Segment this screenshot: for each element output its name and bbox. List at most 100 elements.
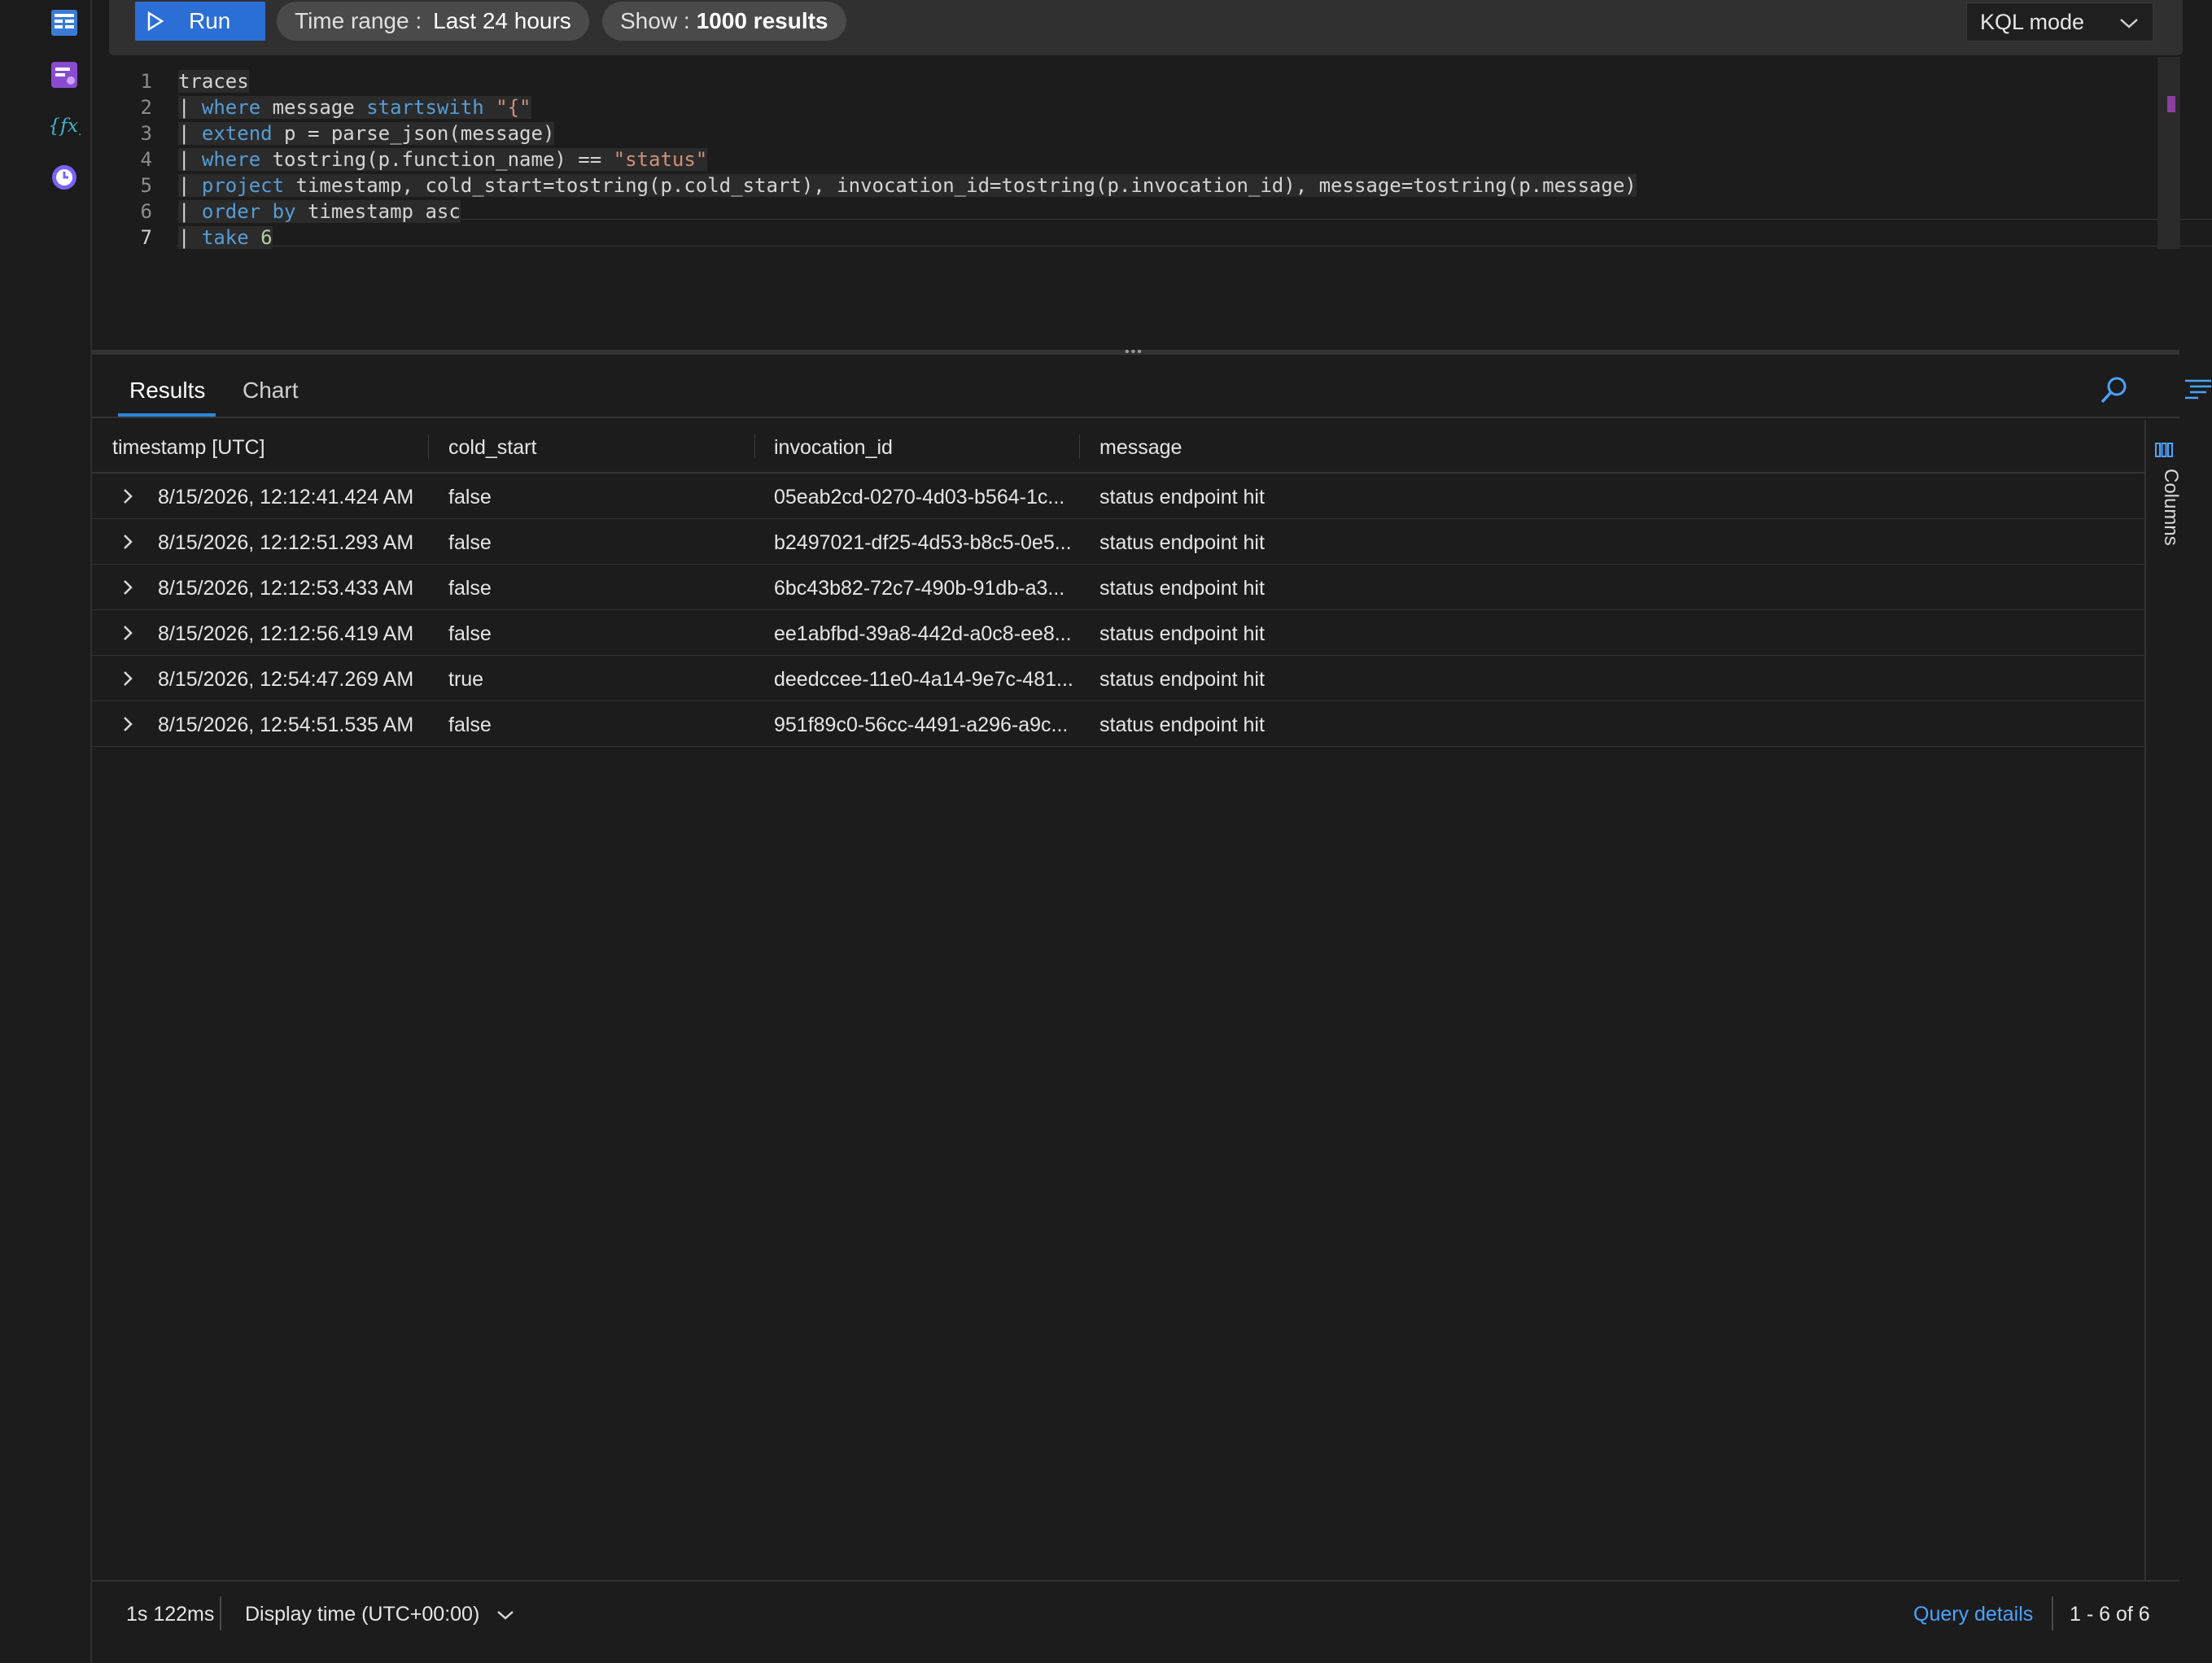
time-range-label: Time range :: [295, 8, 422, 33]
code-text: traces: [178, 70, 249, 93]
code-fragment: timestamp, cold_start=tostring(p.cold_st…: [284, 174, 1637, 197]
query-toolbar: Run Time range : Last 24 hours Show : 10…: [109, 0, 2183, 55]
cell-message: status endpoint hit: [1099, 714, 1265, 736]
code-text: | where message startswith "{": [178, 96, 531, 119]
table-row[interactable]: 8/15/2026, 12:12:51.293 AM false b249702…: [92, 519, 2144, 565]
play-icon: [147, 11, 164, 31]
result-limit-picker[interactable]: Show : 1000 results: [602, 2, 846, 41]
code-line-4: 4 | where tostring(p.function_name) == "…: [92, 146, 2159, 172]
query-details-link[interactable]: Query details: [1913, 1603, 2033, 1626]
cell-timestamp: 8/15/2026, 12:12:41.424 AM: [158, 486, 414, 509]
code-line-7: 7 | take 6: [92, 225, 2159, 251]
table-row[interactable]: 8/15/2026, 12:54:51.535 AM false 951f89c…: [92, 701, 2144, 747]
svg-text:{fx}: {fx}: [48, 114, 81, 137]
code-text: | where tostring(p.function_name) == "st…: [178, 148, 708, 171]
tab-chart[interactable]: Chart: [243, 378, 298, 404]
table-row[interactable]: 8/15/2026, 12:54:47.269 AM true deedccee…: [92, 656, 2144, 701]
line-number: 4: [140, 148, 152, 171]
column-header-message[interactable]: message: [1099, 436, 1182, 460]
column-header-cold-start[interactable]: cold_start: [448, 436, 536, 460]
run-button[interactable]: Run: [135, 2, 265, 41]
query-mode-select[interactable]: KQL mode: [1966, 2, 2153, 41]
queries-icon[interactable]: [48, 59, 81, 91]
editor-actions: [2182, 374, 2212, 402]
keyword: extend: [201, 122, 273, 145]
cell-invocation-id: deedccee-11e0-4a14-9e7c-481...: [774, 668, 1073, 691]
keyword: where: [201, 148, 261, 171]
column-separator[interactable]: [1079, 434, 1080, 459]
code-text: | extend p = parse_json(message): [178, 122, 555, 145]
line-number: 1: [140, 70, 152, 93]
chevron-right-icon[interactable]: [118, 623, 138, 643]
cell-message: status endpoint hit: [1099, 668, 1265, 691]
line-number: 3: [140, 122, 152, 145]
chevron-right-icon[interactable]: [118, 669, 138, 688]
cell-cold-start: true: [448, 668, 484, 691]
table-row[interactable]: 8/15/2026, 12:12:56.419 AM false ee1abfb…: [92, 610, 2144, 656]
cell-invocation-id: b2497021-df25-4d53-b8c5-0e5...: [774, 531, 1072, 554]
chevron-right-icon[interactable]: [118, 578, 138, 597]
cell-cold-start: false: [448, 531, 492, 554]
run-label: Run: [189, 8, 231, 33]
cell-timestamp: 8/15/2026, 12:12:53.433 AM: [158, 577, 414, 600]
table-row[interactable]: 8/15/2026, 12:12:53.433 AM false 6bc43b8…: [92, 565, 2144, 610]
string-literal: "status": [613, 148, 708, 171]
line-number: 2: [140, 96, 152, 119]
cell-invocation-id: ee1abfbd-39a8-442d-a0c8-ee8...: [774, 622, 1072, 645]
chevron-down-icon: [497, 1611, 514, 1621]
chevron-right-icon[interactable]: [118, 487, 138, 506]
history-icon[interactable]: [48, 161, 81, 194]
columns-label: Columns: [2160, 469, 2182, 546]
keyword: startswith: [366, 96, 484, 119]
column-separator[interactable]: [754, 434, 755, 459]
code-fragment: message: [260, 96, 367, 119]
keyword: order by: [201, 200, 296, 223]
code-line-5: 5 | project timestamp, cold_start=tostri…: [92, 172, 2159, 199]
code-line-1: 1 traces: [92, 68, 2159, 94]
display-time-label: Display time (UTC+00:00): [245, 1603, 480, 1626]
query-editor[interactable]: 1 traces 2 | where message startswith "{…: [92, 57, 2212, 399]
time-range-picker[interactable]: Time range : Last 24 hours: [277, 2, 589, 41]
string-literal: "{": [496, 96, 531, 119]
cell-message: status endpoint hit: [1099, 531, 1265, 554]
status-bar: 1s 122ms Display time (UTC+00:00) Query …: [92, 1580, 2179, 1645]
left-rail: {fx}: [0, 0, 92, 1663]
cell-message: status endpoint hit: [1099, 486, 1265, 509]
display-time-picker[interactable]: Display time (UTC+00:00): [245, 1603, 516, 1626]
column-header-timestamp[interactable]: timestamp [UTC]: [112, 436, 265, 460]
chevron-right-icon[interactable]: [118, 714, 138, 734]
chevron-down-icon: [2120, 19, 2138, 28]
show-value: 1000 results: [696, 8, 828, 33]
columns-icon: [2155, 443, 2173, 457]
cell-timestamp: 8/15/2026, 12:54:51.535 AM: [158, 714, 414, 736]
table-row[interactable]: 8/15/2026, 12:12:41.424 AM false 05eab2c…: [92, 474, 2144, 519]
result-count: 1 - 6 of 6: [2070, 1603, 2150, 1626]
cell-cold-start: false: [448, 577, 492, 600]
chevron-right-icon[interactable]: [118, 532, 138, 552]
tables-icon[interactable]: [48, 7, 81, 39]
functions-icon[interactable]: {fx}: [48, 109, 81, 142]
number-literal: 6: [260, 226, 273, 249]
format-query-icon[interactable]: [2182, 374, 2212, 402]
editor-scrollbar[interactable]: [2157, 57, 2180, 249]
log-analytics-app: {fx} Run Time range : Last 24 hours Show…: [0, 0, 2212, 1663]
code-fragment: p = parse_json(message): [272, 122, 555, 145]
results-tabs: Results Chart: [92, 358, 2179, 418]
cell-invocation-id: 951f89c0-56cc-4491-a296-a9c...: [774, 714, 1069, 736]
code-fragment: timestamp asc: [295, 200, 461, 223]
search-icon[interactable]: [2097, 374, 2130, 407]
code-line-3: 3 | extend p = parse_json(message): [92, 120, 2159, 146]
time-range-value: Last 24 hours: [433, 8, 571, 33]
column-separator[interactable]: [428, 434, 429, 459]
code-text: | order by timestamp asc: [178, 200, 461, 223]
columns-panel-toggle[interactable]: Columns: [2144, 420, 2182, 1580]
mode-label: KQL mode: [1980, 9, 2085, 34]
keyword: where: [201, 96, 261, 119]
cell-message: status endpoint hit: [1099, 577, 1265, 600]
code-line-6: 6 | order by timestamp asc: [92, 199, 2159, 225]
code-text: | project timestamp, cold_start=tostring…: [178, 174, 1637, 197]
tab-results[interactable]: Results: [129, 378, 205, 404]
column-header-invocation-id[interactable]: invocation_id: [774, 436, 893, 460]
divider: [2052, 1596, 2053, 1630]
divider: [220, 1596, 221, 1630]
